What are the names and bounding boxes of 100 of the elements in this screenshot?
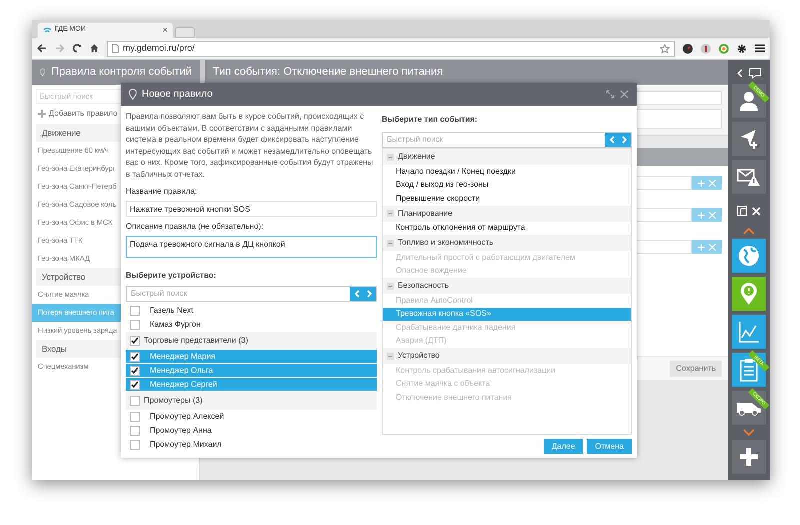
rule-name-field[interactable]: Нажатие тревожной кнопки SOS xyxy=(126,201,377,217)
menu-icon[interactable] xyxy=(755,44,765,53)
device-group-row[interactable]: Промоутеры (3) xyxy=(126,392,377,410)
group-label: Безопасность xyxy=(398,280,450,292)
checkbox[interactable] xyxy=(130,320,140,330)
search-box[interactable]: Быстрый поиск xyxy=(126,286,377,302)
plus-icon xyxy=(739,447,759,467)
device-row[interactable]: Менеджер Мария xyxy=(126,350,377,364)
address-bar[interactable]: my.gdemoi.ru/pro/ xyxy=(107,40,675,56)
event-group-row[interactable]: Топливо и экономичность xyxy=(383,235,631,251)
collapse-icon[interactable] xyxy=(387,210,394,217)
device-label: Менеджер Ольга xyxy=(149,364,214,376)
checkbox[interactable] xyxy=(130,380,140,390)
search-field[interactable]: Быстрый поиск xyxy=(127,287,350,301)
add-remove-buttons[interactable] xyxy=(692,240,722,254)
device-row[interactable]: Менеджер Сергей xyxy=(126,378,377,392)
event-group-row[interactable]: Устройство xyxy=(383,348,631,364)
checkbox[interactable] xyxy=(130,366,140,376)
device-group-row[interactable]: Торговые представители (3) xyxy=(126,332,377,350)
pin-icon xyxy=(40,67,46,78)
device-label: Газель Next xyxy=(149,305,194,317)
event-type-item[interactable]: Начало поездки / Конец поездки xyxy=(383,165,631,178)
sidebar-tile[interactable] xyxy=(732,315,766,349)
back-icon[interactable] xyxy=(37,44,47,53)
collapse-icon[interactable] xyxy=(387,154,394,160)
event-group-row[interactable]: Безопасность xyxy=(383,278,631,294)
add-remove-buttons[interactable] xyxy=(692,208,722,222)
gauge-icon[interactable] xyxy=(683,44,693,54)
mail-warning-icon xyxy=(737,167,761,187)
sidebar-tile[interactable] xyxy=(732,440,766,474)
group-label: Устройство xyxy=(398,350,440,362)
expand-icon[interactable] xyxy=(606,90,615,99)
plus-icon[interactable] xyxy=(698,212,705,218)
group-label: Планирование xyxy=(398,208,453,220)
tab-close[interactable]: × xyxy=(162,24,168,38)
search-box[interactable]: Быстрый поиск xyxy=(382,132,632,148)
plus-icon[interactable] xyxy=(698,244,705,250)
device-label: Промоутер Алексей xyxy=(149,411,224,423)
checkbox[interactable] xyxy=(130,352,140,362)
chevron-right-icon xyxy=(366,290,372,298)
url-text: my.gdemoi.ru/pro/ xyxy=(123,42,196,55)
field-label: Описание правила (не обязательно): xyxy=(126,221,265,233)
checkbox[interactable] xyxy=(130,426,140,436)
chevron-left-icon xyxy=(354,290,360,298)
plus-icon[interactable] xyxy=(698,180,705,186)
chevron-down-icon[interactable] xyxy=(743,429,755,436)
dialog-button[interactable]: Далее xyxy=(544,439,584,454)
collapse-icon[interactable] xyxy=(387,240,394,246)
sidebar-tile[interactable] xyxy=(732,239,766,273)
event-type-item[interactable]: Контроль отклонения от маршрута xyxy=(383,222,631,235)
sidebar-tile[interactable] xyxy=(732,122,766,156)
device-row[interactable]: Менеджер Ольга xyxy=(126,364,377,378)
next-button[interactable] xyxy=(618,133,631,147)
sidebar-tile[interactable] xyxy=(732,277,766,311)
collapse-icon[interactable] xyxy=(387,352,394,360)
device-label: Камаз Фургон xyxy=(149,319,201,331)
checkbox[interactable] xyxy=(130,396,140,406)
line-chart-icon xyxy=(738,321,760,343)
panel-title: Правила контроля событий xyxy=(51,65,192,80)
event-type-item[interactable]: Вход / выход из гео-зоны xyxy=(383,178,631,192)
checkbox[interactable] xyxy=(130,336,140,346)
chevron-right-icon xyxy=(622,136,628,144)
add-remove-buttons[interactable] xyxy=(692,176,722,190)
prev-button[interactable] xyxy=(605,133,618,147)
group-label: Промоутеры (3) xyxy=(144,395,203,407)
next-button[interactable] xyxy=(363,287,376,301)
event-type-item[interactable]: Превышение скорости xyxy=(383,192,631,206)
forward-icon[interactable] xyxy=(55,44,65,53)
chat-icon[interactable] xyxy=(748,68,762,78)
chevron-left-icon[interactable] xyxy=(736,68,742,78)
prev-button[interactable] xyxy=(350,287,363,301)
checkbox[interactable] xyxy=(130,440,140,450)
settings-icon[interactable] xyxy=(737,44,747,54)
group-label: Топливо и экономичность xyxy=(398,237,494,249)
extension-icon[interactable] xyxy=(701,44,711,54)
sidebar-tile[interactable] xyxy=(732,160,766,194)
panel-title: Тип события: Отключение внешнего питания xyxy=(212,65,444,80)
device-label: Менеджер Сергей xyxy=(149,378,218,390)
group-label: Движение xyxy=(398,151,436,163)
page-icon xyxy=(112,44,119,53)
star-icon[interactable] xyxy=(660,44,670,54)
reload-icon[interactable] xyxy=(73,44,82,53)
event-type-item[interactable]: Тревожная кнопка «SOS» xyxy=(383,308,631,321)
layout-icon[interactable] xyxy=(737,206,747,216)
rule-description-field[interactable]: Подача тревожного сигнала в ДЦ кнопкой xyxy=(126,236,377,258)
extension-icon[interactable] xyxy=(719,44,729,54)
dialog-button[interactable]: Отмена xyxy=(587,439,632,454)
checkbox[interactable] xyxy=(130,306,140,316)
section-label: Выберите тип события: xyxy=(382,114,479,126)
checkbox[interactable] xyxy=(130,412,140,422)
logo-icon xyxy=(43,27,52,34)
search-field[interactable]: Быстрый поиск xyxy=(383,133,605,147)
device-label: Промоутер Михаил xyxy=(149,439,222,451)
collapse-icon[interactable] xyxy=(387,282,394,290)
device-label: Промоутер Анна xyxy=(149,425,212,437)
chevron-up-icon[interactable] xyxy=(743,228,755,235)
event-group-row[interactable]: Движение xyxy=(383,149,631,165)
event-group-row[interactable]: Планирование xyxy=(383,206,631,222)
home-icon[interactable] xyxy=(90,44,99,53)
new-tab-button[interactable] xyxy=(175,27,195,38)
